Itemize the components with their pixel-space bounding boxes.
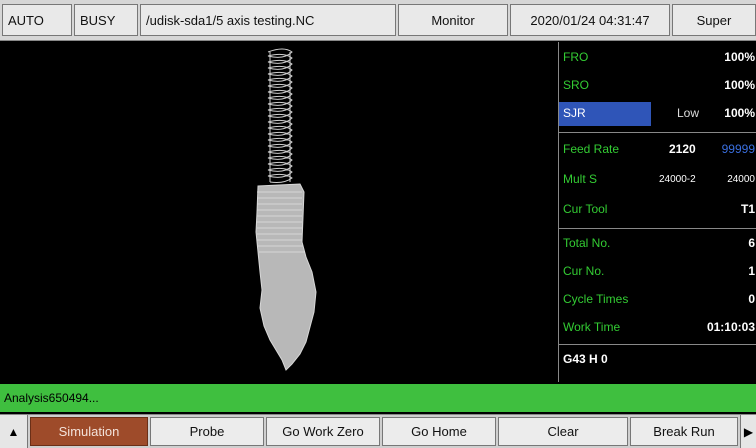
divider (559, 228, 756, 229)
cycle-times-label: Cycle Times (563, 292, 629, 306)
go-home-button[interactable]: Go Home (382, 417, 496, 446)
probe-button[interactable]: Probe (150, 417, 264, 446)
go-work-zero-button[interactable]: Go Work Zero (266, 417, 380, 446)
mult-s-actual: 24000-2 (659, 174, 696, 185)
fro-label: FRO (563, 50, 589, 64)
machine-info-panel: FRO 100% SRO 100% SJR Low 100% Feed Rate… (558, 42, 756, 382)
sro-row: SRO 100% (559, 72, 756, 100)
mult-s-label: Mult S (563, 172, 598, 186)
program-file-path: /udisk-sda1/5 axis testing.NC (140, 4, 396, 36)
cur-tool-label: Cur Tool (563, 202, 608, 216)
cur-tool-row: Cur Tool T1 (559, 196, 756, 224)
total-no-row: Total No. 6 (559, 230, 756, 258)
work-time-row: Work Time 01:10:03 (559, 314, 756, 342)
toolpath-helix (267, 48, 293, 183)
mode-indicator: AUTO (2, 4, 72, 36)
feed-rate-label: Feed Rate (563, 142, 620, 156)
cur-no-value: 1 (748, 264, 755, 278)
work-time-label: Work Time (563, 320, 621, 334)
sjr-level: Low (677, 106, 700, 120)
view-mode-label[interactable]: Monitor (398, 4, 508, 36)
state-indicator: BUSY (74, 4, 138, 36)
divider (559, 344, 756, 345)
fro-value: 100% (724, 50, 755, 64)
cycle-times-row: Cycle Times 0 (559, 286, 756, 314)
mult-s-set: 24000 (727, 174, 755, 185)
softkey-bar: ▲ Simulation Probe Go Work Zero Go Home … (0, 414, 756, 448)
break-run-button[interactable]: Break Run (630, 417, 738, 446)
status-bar: AUTO BUSY /udisk-sda1/5 axis testing.NC … (0, 0, 756, 41)
softkey-next-page-icon[interactable]: ▶ (740, 415, 756, 448)
cycle-times-value: 0 (748, 292, 755, 306)
clear-button[interactable]: Clear (498, 417, 628, 446)
user-level[interactable]: Super (672, 4, 756, 36)
sjr-label: SJR (563, 106, 586, 120)
softkey-prev-page-icon[interactable]: ▲ (0, 415, 28, 448)
total-no-label: Total No. (563, 236, 611, 250)
active-gcode: G43 H 0 (563, 352, 608, 366)
fro-row: FRO 100% (559, 44, 756, 72)
simulation-button[interactable]: Simulation (30, 417, 148, 446)
sjr-value: 100% (724, 106, 755, 120)
cur-tool-value: T1 (740, 202, 755, 216)
mult-s-row: Mult S 24000-2 24000 (559, 166, 756, 194)
feed-rate-set: 99999 (721, 142, 755, 156)
divider (559, 132, 756, 133)
toolpath-body (255, 183, 317, 371)
sro-label: SRO (563, 78, 590, 92)
work-time-value: 01:10:03 (706, 320, 755, 334)
simulation-viewport[interactable] (0, 42, 558, 382)
status-message: Analysis650494... (4, 391, 99, 405)
sjr-row[interactable]: SJR Low 100% (559, 100, 756, 128)
cur-no-label: Cur No. (563, 264, 605, 278)
toolpath-preview (255, 48, 317, 371)
sro-value: 100% (724, 78, 755, 92)
feed-rate-row: Feed Rate 2120 99999 (559, 136, 756, 164)
message-bar: Analysis650494... (0, 384, 756, 412)
datetime-display: 2020/01/24 04:31:47 (510, 4, 670, 36)
total-no-value: 6 (748, 236, 755, 250)
cur-no-row: Cur No. 1 (559, 258, 756, 286)
feed-rate-actual: 2120 (669, 142, 696, 156)
